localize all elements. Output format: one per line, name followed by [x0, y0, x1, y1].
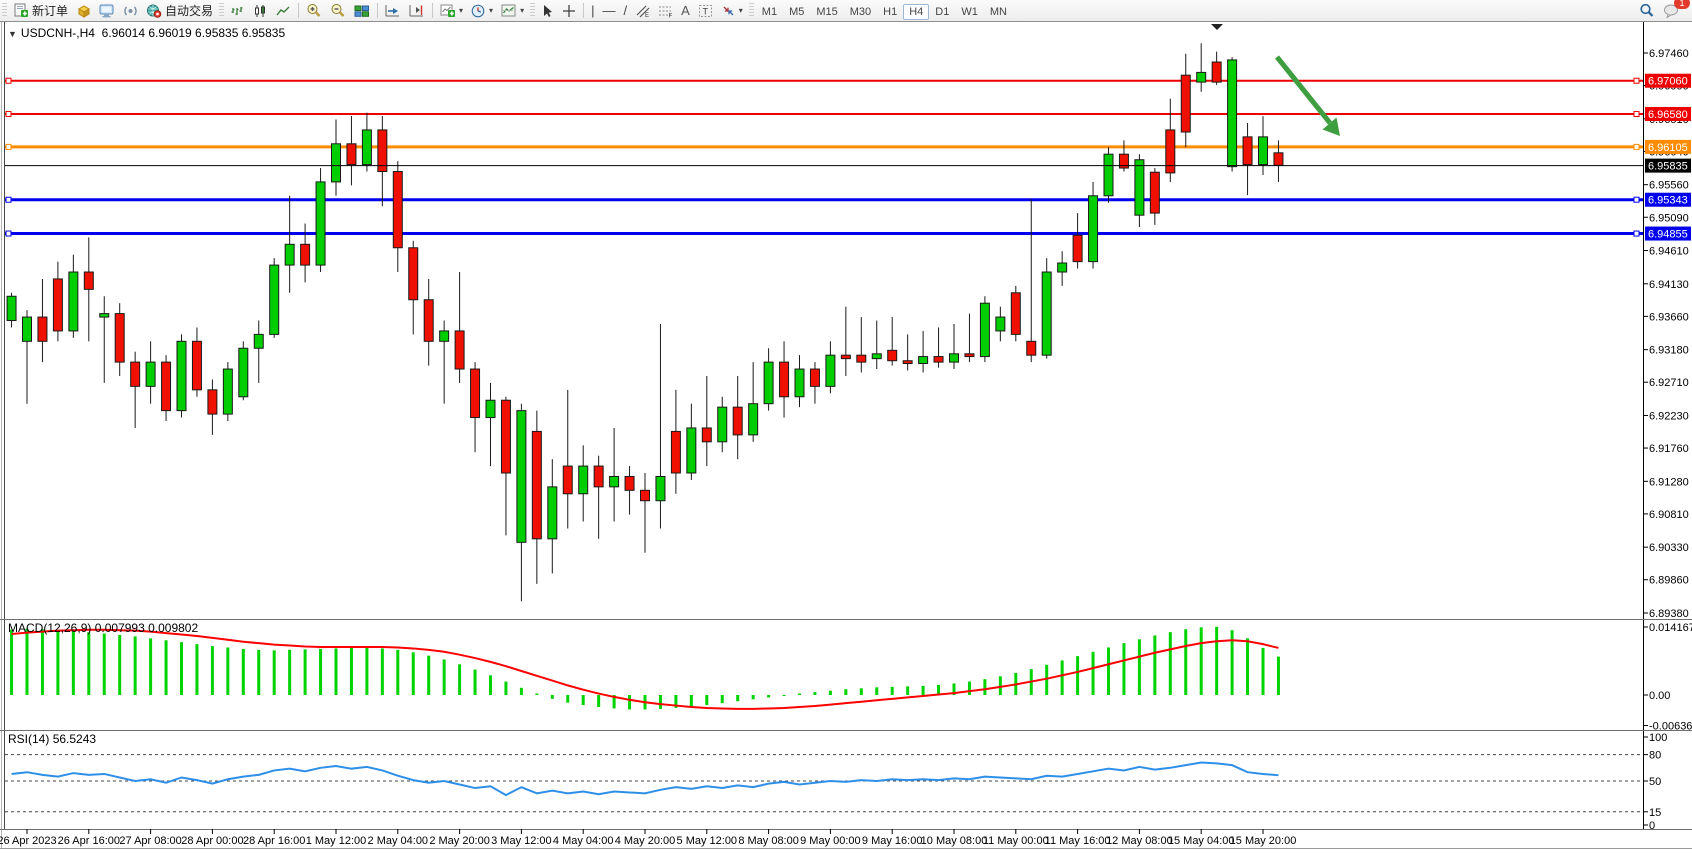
hline-handle [6, 231, 11, 236]
svg-text:0.014167: 0.014167 [1649, 622, 1692, 634]
svg-text:6.89380: 6.89380 [1649, 608, 1689, 620]
date-label: 9 May 16:00 [862, 835, 923, 847]
symbol-period-label: USDCNH-,H4 [21, 26, 95, 40]
svg-text:0: 0 [1649, 820, 1655, 832]
date-label: 12 May 08:00 [1106, 835, 1173, 847]
date-label: 15 May 20:00 [1230, 835, 1297, 847]
svg-text:100: 100 [1649, 732, 1667, 744]
date-label: 26 Apr 16:00 [58, 835, 120, 847]
svg-text:6.95090: 6.95090 [1649, 212, 1689, 224]
date-label: 4 May 20:00 [615, 835, 676, 847]
svg-text:6.92230: 6.92230 [1649, 410, 1689, 422]
svg-text:6.89860: 6.89860 [1649, 575, 1689, 587]
chart-title-bar: ▼ USDCNH-,H4 6.96014 6.96019 6.95835 6.95… [8, 26, 285, 40]
svg-text:6.91760: 6.91760 [1649, 443, 1689, 455]
svg-text:0.00: 0.00 [1649, 690, 1670, 702]
hline-handle [1634, 111, 1639, 116]
level-badge-6.96580: 6.96580 [1648, 109, 1688, 121]
symbol-dropdown-icon[interactable]: ▼ [8, 29, 17, 39]
svg-text:6.90810: 6.90810 [1649, 509, 1689, 521]
date-label: 11 May 16:00 [1045, 835, 1111, 847]
date-label: 11 May 00:00 [983, 835, 1049, 847]
level-badge-6.95343: 6.95343 [1648, 195, 1688, 207]
svg-text:6.94610: 6.94610 [1649, 246, 1689, 258]
date-label: 4 May 04:00 [553, 835, 614, 847]
hline-handle [6, 144, 11, 149]
hline-handle [6, 78, 11, 83]
date-label: 28 Apr 00:00 [181, 835, 243, 847]
macd-name: MACD(12,26,9) [8, 621, 91, 635]
date-label: 8 May 08:00 [738, 835, 799, 847]
svg-text:6.97460: 6.97460 [1649, 48, 1689, 60]
date-label: 27 Apr 08:00 [119, 835, 181, 847]
hline-handle [6, 197, 11, 202]
date-label: 15 May 04:00 [1168, 835, 1235, 847]
svg-text:6.93180: 6.93180 [1649, 345, 1689, 357]
mt4-window: 新订单 自动交易 ▾ ▾ ▾ | — / E F A T ▾ [0, 0, 1692, 854]
level-badge-6.97060: 6.97060 [1648, 76, 1688, 88]
svg-text:6.91280: 6.91280 [1649, 476, 1689, 488]
date-label: 28 Apr 16:00 [243, 835, 305, 847]
ohlc-quote-label: 6.96014 6.96019 6.95835 6.95835 [102, 26, 286, 40]
level-badge-6.96105: 6.96105 [1648, 142, 1688, 154]
hline-handle [1634, 78, 1639, 83]
svg-text:80: 80 [1649, 750, 1661, 762]
rsi-value: 56.5243 [53, 732, 96, 746]
svg-text:6.93660: 6.93660 [1649, 311, 1689, 323]
bid-price-badge: 6.95835 [1648, 161, 1688, 173]
date-label: 3 May 12:00 [491, 835, 552, 847]
date-label: 5 May 12:00 [677, 835, 738, 847]
date-label: 10 May 08:00 [921, 835, 988, 847]
date-label: 26 Apr 2023 [0, 835, 57, 847]
macd-values: 0.007993 0.009802 [95, 621, 198, 635]
date-label: 9 May 00:00 [800, 835, 861, 847]
rsi-indicator-label: RSI(14) 56.5243 [8, 732, 96, 746]
hline-handle [1634, 231, 1639, 236]
chart-canvas[interactable]: 6.974606.969906.965106.960406.955606.950… [0, 0, 1692, 854]
svg-text:50: 50 [1649, 776, 1661, 788]
svg-text:6.94130: 6.94130 [1649, 279, 1689, 291]
rsi-name: RSI(14) [8, 732, 49, 746]
svg-text:15: 15 [1649, 807, 1661, 819]
svg-text:6.90330: 6.90330 [1649, 542, 1689, 554]
svg-text:6.95560: 6.95560 [1649, 180, 1689, 192]
date-label: 2 May 04:00 [368, 835, 429, 847]
macd-indicator-label: MACD(12,26,9) 0.007993 0.009802 [8, 621, 198, 635]
date-label: 2 May 20:00 [429, 835, 490, 847]
hline-handle [1634, 197, 1639, 202]
date-label: 1 May 12:00 [306, 835, 367, 847]
svg-text:6.92710: 6.92710 [1649, 377, 1689, 389]
hline-handle [6, 111, 11, 116]
hline-handle [1634, 144, 1639, 149]
svg-text:-0.006363: -0.006363 [1649, 721, 1692, 733]
level-badge-6.94855: 6.94855 [1648, 229, 1688, 241]
